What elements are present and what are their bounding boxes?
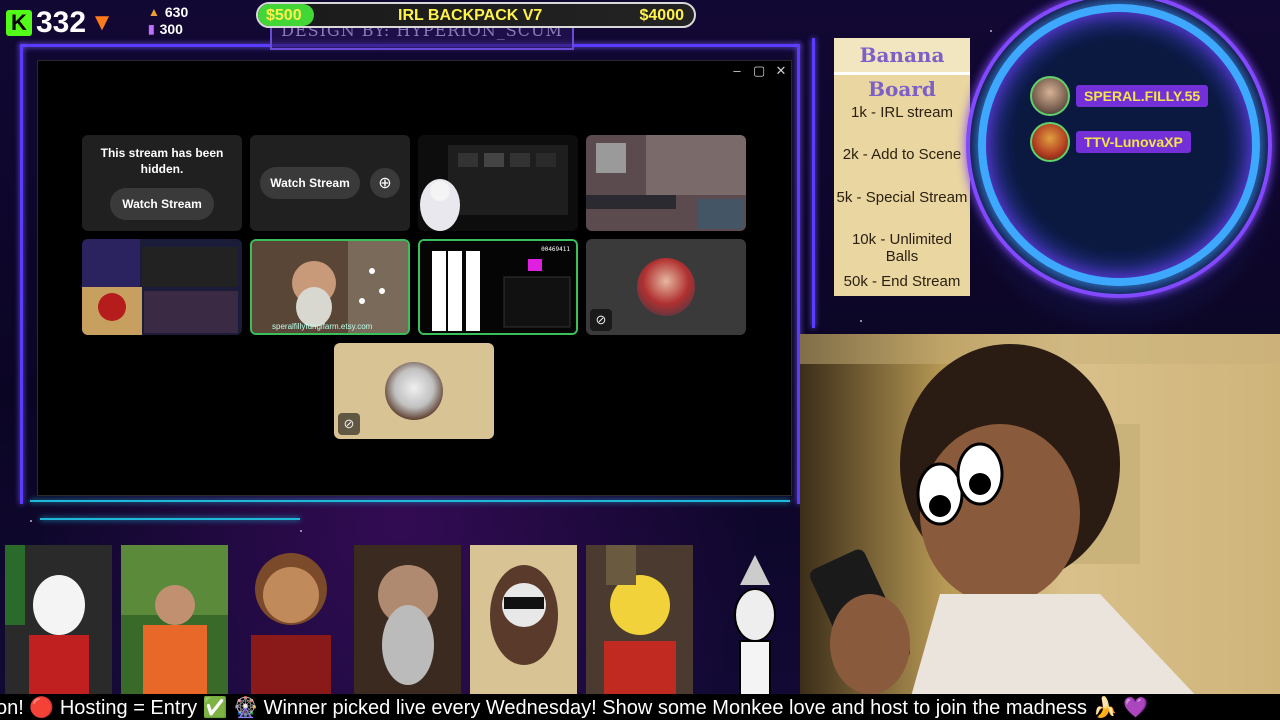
avatar bbox=[385, 362, 443, 420]
close-button[interactable]: ✕ bbox=[775, 63, 787, 79]
stream-thumbnail bbox=[252, 241, 408, 333]
unhide-icon[interactable]: ⊕ bbox=[370, 168, 400, 198]
ticker-text: on! 🔴 Hosting = Entry ✅ 🎡 Winner picked … bbox=[0, 697, 1148, 719]
leaderboard-name: TTV-LunovaXP bbox=[1076, 131, 1191, 153]
leaderboard-entry: TTV-LunovaXP bbox=[1030, 122, 1191, 162]
watch-stream-button[interactable]: Watch Stream bbox=[110, 188, 214, 220]
mod-tile bbox=[586, 545, 693, 696]
down-arrow-icon: ▼ bbox=[90, 9, 114, 36]
mod-avatar-image bbox=[734, 555, 776, 696]
viewer-count: 332 bbox=[36, 6, 87, 39]
mod-tile bbox=[470, 545, 577, 696]
mod-avatar-image bbox=[121, 545, 228, 696]
webcam-image bbox=[800, 334, 1280, 700]
stream-tile-game[interactable]: 00469411 bbox=[418, 239, 578, 335]
webcam-feed bbox=[800, 334, 1280, 700]
stream-tile-selected[interactable]: speralfillyfungifarm.etsy.com bbox=[250, 239, 410, 335]
hidden-message: This stream has been hidden. bbox=[100, 146, 224, 176]
stream-thumbnail bbox=[586, 135, 746, 231]
frame-border-left bbox=[20, 44, 23, 504]
stream-thumbnail bbox=[418, 135, 578, 231]
stream-tile-hidden-4[interactable]: ⊘ bbox=[334, 343, 494, 439]
mod-avatar-image bbox=[251, 553, 331, 696]
stream-tile-3[interactable] bbox=[418, 135, 578, 231]
mod-avatar-image bbox=[490, 565, 558, 665]
multistream-window: – ▢ ✕ This stream has been hidden. Watch… bbox=[37, 60, 792, 496]
maximize-button[interactable]: ▢ bbox=[753, 63, 765, 79]
overlay-number: 00469411 bbox=[541, 246, 570, 253]
viewer-stats: K 332 ▼ bbox=[6, 4, 136, 42]
leaderboard-entry: SPERAL.FILLY.55 bbox=[1030, 76, 1209, 116]
goal-title: IRL BACKPACK V7 bbox=[398, 7, 543, 24]
person-icon: ▲ bbox=[148, 5, 160, 19]
stream-tile-hidden-2: Watch Stream ⊕ bbox=[250, 135, 410, 231]
avatar bbox=[1030, 76, 1070, 116]
scrolling-ticker: on! 🔴 Hosting = Entry ✅ 🎡 Winner picked … bbox=[0, 694, 1280, 720]
goal-progress-bar: $500 IRL BACKPACK V7 $4000 bbox=[256, 2, 696, 28]
mod-tile bbox=[354, 545, 461, 696]
secondary-stats: ▲ 630 ▮ 300 bbox=[148, 4, 208, 38]
banana-divider bbox=[812, 38, 815, 328]
mod-tile bbox=[237, 545, 344, 696]
banana-item: 50k - End Stream bbox=[843, 273, 961, 290]
window-controls: – ▢ ✕ bbox=[731, 63, 787, 79]
etsy-caption: speralfillyfungifarm.etsy.com bbox=[272, 322, 373, 331]
goal-end-amount: $4000 bbox=[639, 7, 685, 24]
stat-two: 300 bbox=[159, 21, 183, 37]
stream-tile-hidden: This stream has been hidden. Watch Strea… bbox=[82, 135, 242, 231]
hidden-eye-icon[interactable]: ⊘ bbox=[338, 413, 360, 435]
banana-item: 10k - Unlimited Balls bbox=[851, 231, 953, 265]
bars-icon: ▮ bbox=[148, 22, 155, 36]
strip-border-top bbox=[40, 518, 300, 520]
banana-item: 5k - Special Stream bbox=[836, 189, 968, 206]
stream-thumbnail bbox=[420, 241, 576, 333]
banana-board: Banana Board 1k - IRL stream 2k - Add to… bbox=[834, 38, 970, 296]
stream-tile-hidden-3[interactable]: ⊘ bbox=[586, 239, 746, 335]
watch-stream-button-2[interactable]: Watch Stream bbox=[260, 167, 360, 199]
hidden-eye-icon[interactable]: ⊘ bbox=[590, 309, 612, 331]
stream-tile-5[interactable] bbox=[82, 239, 242, 335]
stream-tile-4[interactable] bbox=[586, 135, 746, 231]
kick-logo-icon: K bbox=[6, 10, 32, 36]
avatar bbox=[1030, 122, 1070, 162]
mod-avatar-image bbox=[604, 545, 676, 696]
frame-border-bottom bbox=[30, 500, 790, 502]
stat-one: 630 bbox=[164, 4, 189, 20]
banana-board-title: Banana Board bbox=[834, 38, 970, 101]
avatar bbox=[637, 258, 695, 316]
mod-avatar-image bbox=[378, 565, 438, 685]
mod-tile bbox=[5, 545, 112, 696]
banana-item: 2k - Add to Scene bbox=[842, 146, 962, 163]
mod-avatar-image bbox=[5, 545, 89, 696]
goal-start-amount: $500 bbox=[266, 7, 302, 24]
leaderboard-name: SPERAL.FILLY.55 bbox=[1076, 85, 1209, 107]
stream-thumbnail bbox=[82, 239, 242, 335]
mod-tile bbox=[720, 545, 790, 696]
minimize-button[interactable]: – bbox=[731, 63, 743, 79]
banana-item: 1k - IRL stream bbox=[851, 104, 953, 121]
mod-tile bbox=[121, 545, 228, 696]
